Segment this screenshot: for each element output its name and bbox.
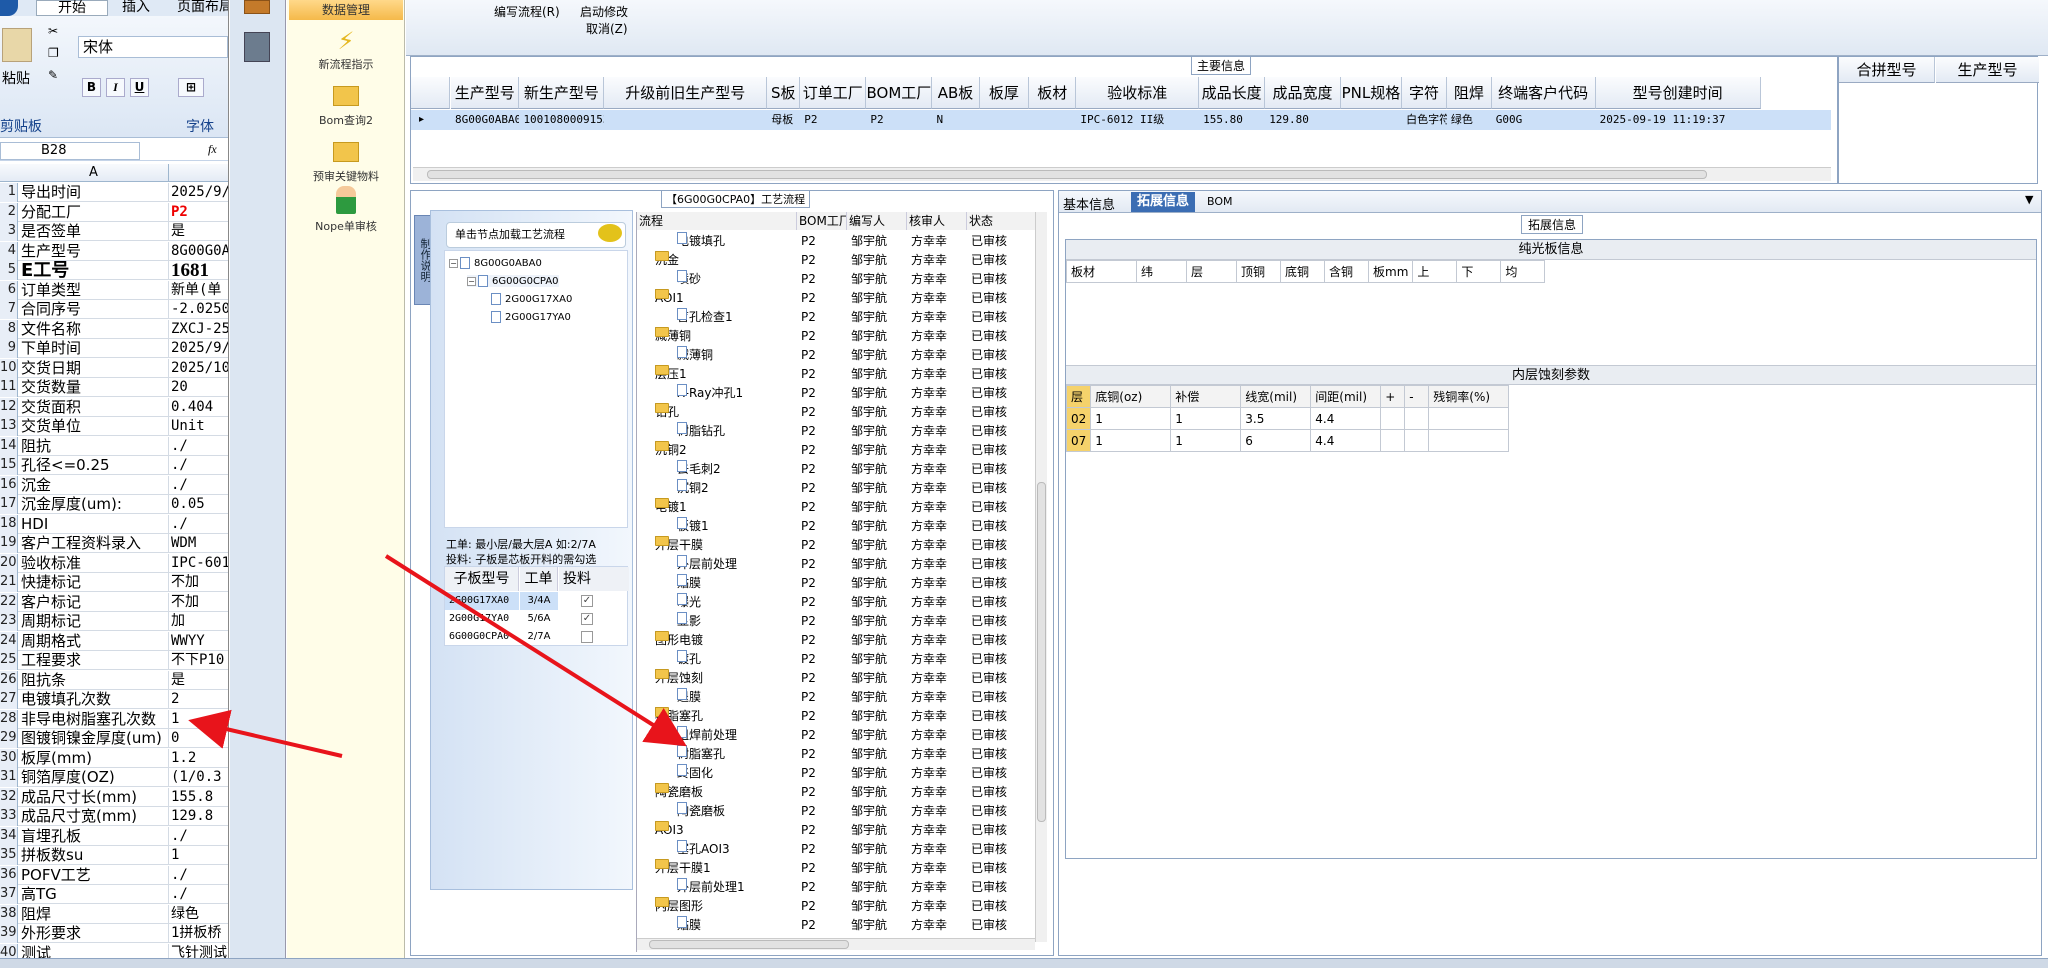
arrow-to-excel-row [188,709,343,758]
arrow-to-flow-step [384,554,687,747]
annotation-arrows [188,554,687,758]
